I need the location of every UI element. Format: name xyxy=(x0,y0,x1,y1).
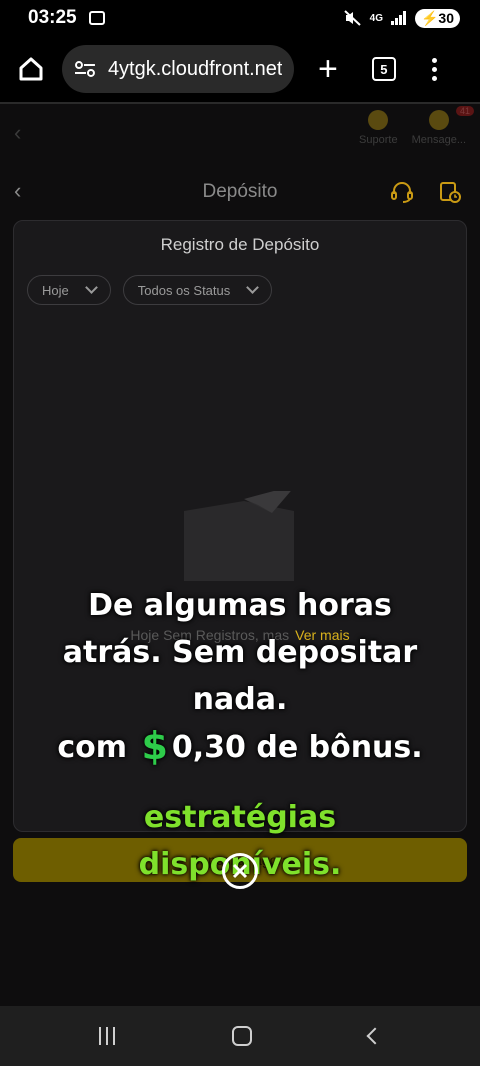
overlay-caption: De algumas horas atrás. Sem depositar na… xyxy=(0,582,480,771)
date-filter-dropdown[interactable]: Hoje xyxy=(27,275,111,305)
recent-apps-button[interactable] xyxy=(98,1027,115,1045)
battery-indicator: ⚡30 xyxy=(414,8,460,28)
home-button[interactable] xyxy=(16,54,46,84)
new-tab-button[interactable]: + xyxy=(318,52,338,86)
chevron-down-icon xyxy=(246,281,260,294)
home-icon xyxy=(19,57,43,81)
dollar-icon: $ xyxy=(141,724,168,768)
close-overlay-button[interactable] xyxy=(222,853,258,889)
site-settings-icon[interactable] xyxy=(74,60,96,78)
network-type: 4G xyxy=(369,12,383,24)
faded-chat-icon xyxy=(428,110,449,130)
filter-row: Hoje Todos os Status xyxy=(14,275,466,305)
faded-support: Suporte xyxy=(359,110,398,146)
faded-messages: 41 Mensage... xyxy=(412,106,474,146)
history-icon[interactable] xyxy=(438,180,462,204)
url-text: 4ytgk.cloudfront.net xyxy=(107,57,282,80)
card-title: Registro de Depósito xyxy=(160,235,320,254)
status-filter-dropdown[interactable]: Todos os Status xyxy=(122,275,273,305)
headset-icon[interactable] xyxy=(390,180,414,204)
close-icon xyxy=(232,863,248,879)
faded-top-nav: ‹ Suporte 41 Mensage... xyxy=(0,102,480,162)
home-nav-button[interactable] xyxy=(231,1026,252,1046)
address-bar[interactable]: 4ytgk.cloudfront.net xyxy=(62,45,294,93)
signal-icon xyxy=(390,11,406,25)
mute-icon xyxy=(343,10,361,26)
tab-switcher-button[interactable]: 5 xyxy=(371,57,396,81)
faded-back-icon: ‹ xyxy=(14,120,22,145)
browser-toolbar: 4ytgk.cloudfront.net + 5 xyxy=(0,36,480,102)
faded-badge: 41 xyxy=(455,106,474,116)
back-nav-button[interactable] xyxy=(366,1027,384,1045)
status-bar: 03:25 4G ⚡30 xyxy=(0,0,480,36)
menu-button[interactable] xyxy=(431,57,437,81)
screenshot-icon xyxy=(88,11,105,25)
caption-line-1: De algumas horas xyxy=(88,588,392,623)
status-indicators: 4G ⚡30 xyxy=(343,8,460,28)
caption-line-2: atrás. Sem depositar xyxy=(62,635,418,670)
empty-box-icon xyxy=(184,491,294,581)
back-button[interactable]: ‹ xyxy=(14,178,21,204)
caption-line-3: nada. xyxy=(192,682,288,717)
page-header: ‹ Depósito xyxy=(0,162,480,222)
caption-line-4: com $0,30 de bônus. xyxy=(57,724,423,768)
chevron-down-icon xyxy=(84,281,98,294)
caption-green-line-1: estratégias xyxy=(143,800,337,835)
status-time: 03:25 xyxy=(28,7,77,28)
system-nav-bar xyxy=(0,1006,480,1066)
faded-headset-icon xyxy=(368,110,389,130)
